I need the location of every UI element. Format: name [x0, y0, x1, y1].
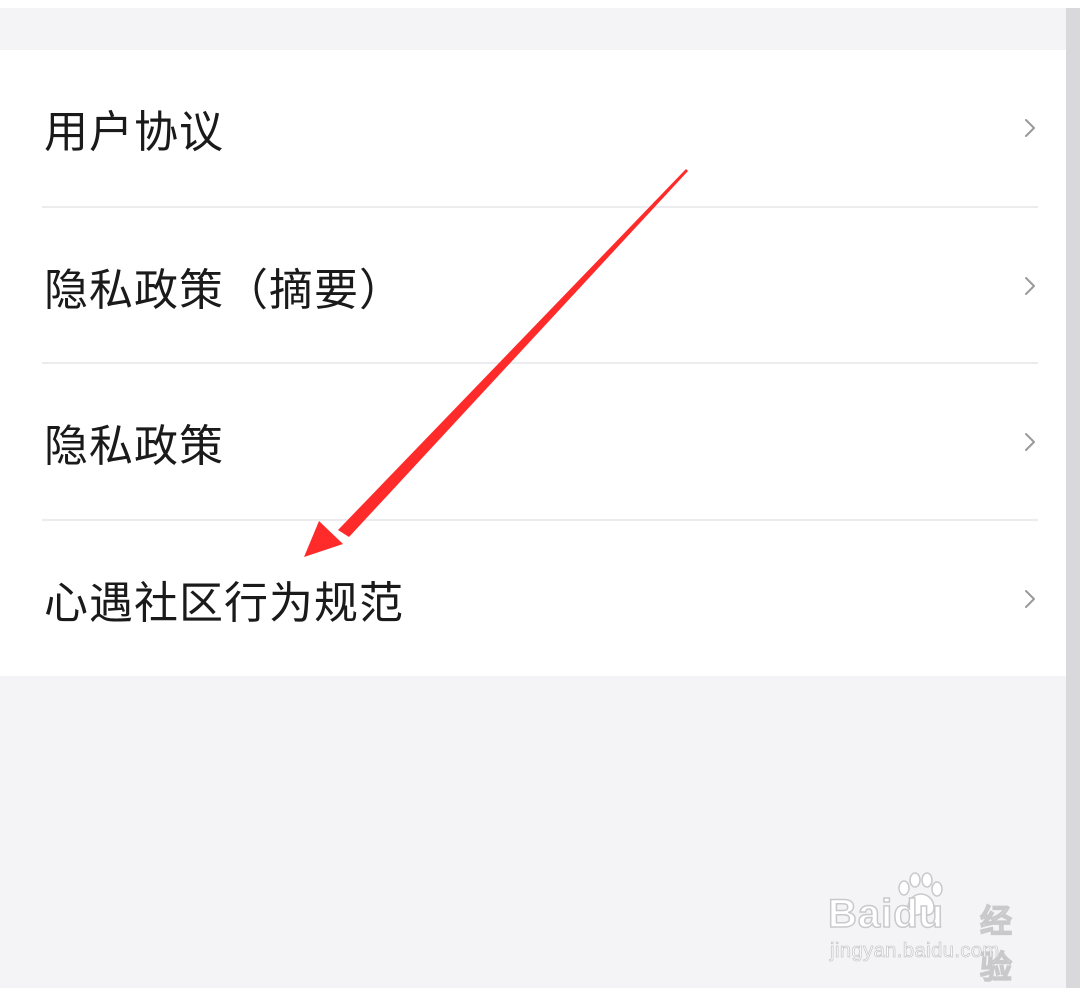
- list-item-privacy-summary[interactable]: 隐私政策（摘要）: [0, 208, 1066, 364]
- list-item-label: 隐私政策: [44, 421, 224, 472]
- list-item-privacy-policy[interactable]: 隐私政策: [0, 364, 1066, 520]
- baidu-jingyan-watermark: Baidu 经验 jingyan.baidu.com: [827, 872, 1028, 987]
- list-item-community-guidelines[interactable]: 心遇社区行为规范: [0, 521, 1066, 677]
- list-item-label: 心遇社区行为规范: [44, 578, 404, 629]
- list-item-user-agreement[interactable]: 用户协议: [0, 50, 1066, 206]
- chevron-right-icon: [1025, 590, 1035, 608]
- chevron-right-icon: [1025, 277, 1035, 295]
- chevron-right-icon: [1025, 119, 1035, 137]
- list-item-label: 隐私政策（摘要）: [44, 265, 404, 316]
- watermark-url: jingyan.baidu.com: [830, 940, 1000, 963]
- chevron-right-icon: [1025, 433, 1035, 451]
- settings-page: 用户协议 隐私政策（摘要） 隐私政策 心遇社区行为规范 Baidu 经验 jin…: [0, 0, 1080, 988]
- top-strip: [0, 0, 1080, 8]
- watermark-brand: Baidu: [827, 891, 945, 937]
- agreement-list: 用户协议 隐私政策（摘要） 隐私政策 心遇社区行为规范: [0, 50, 1066, 676]
- scrollbar[interactable]: [1066, 8, 1080, 988]
- list-item-label: 用户协议: [44, 107, 224, 158]
